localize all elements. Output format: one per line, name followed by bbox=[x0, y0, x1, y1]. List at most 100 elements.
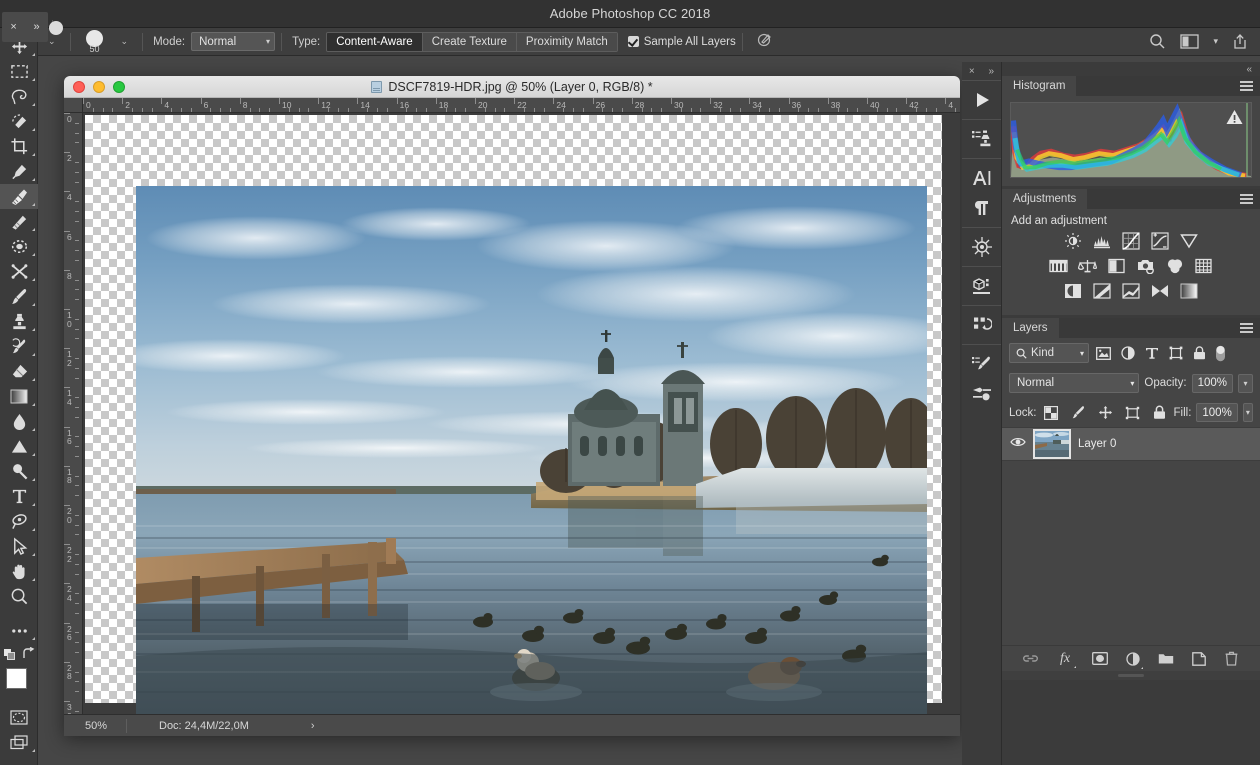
foreground-background-colors[interactable] bbox=[0, 665, 38, 705]
zoom-level-field[interactable]: 50% bbox=[64, 720, 120, 732]
sidebar-item-lasso-tool[interactable] bbox=[0, 84, 38, 109]
add-layer-mask-button[interactable] bbox=[1091, 650, 1108, 667]
sidebar-item-rectangular-marquee-tool[interactable] bbox=[0, 59, 38, 84]
sidebar-item-pen-tool[interactable] bbox=[0, 509, 38, 534]
close-icon[interactable]: × bbox=[10, 21, 16, 33]
sidebar-item-spot-healing-brush-tool[interactable] bbox=[0, 184, 38, 209]
type-proximity-match-button[interactable]: Proximity Match bbox=[516, 32, 617, 51]
invert-button[interactable] bbox=[1063, 281, 1083, 300]
blend-mode-select[interactable]: Normal ▾ bbox=[191, 32, 276, 51]
histogram-graph[interactable] bbox=[1010, 102, 1252, 178]
workspace-icon[interactable] bbox=[1180, 34, 1200, 49]
rail-button-3d[interactable] bbox=[962, 232, 1002, 262]
tab-layers[interactable]: Layers bbox=[1002, 318, 1059, 338]
fill-stepper-chevron-down-icon[interactable]: ▾ bbox=[1242, 403, 1253, 422]
brightness-contrast-button[interactable] bbox=[1063, 231, 1083, 250]
document-title-bar[interactable]: DSCF7819-HDR.jpg @ 50% (Layer 0, RGB/8) … bbox=[64, 76, 960, 98]
posterize-button[interactable] bbox=[1092, 281, 1112, 300]
sidebar-item-patch-tool[interactable] bbox=[0, 209, 38, 234]
panel-menu-icon[interactable] bbox=[1240, 81, 1253, 94]
link-layers-button[interactable] bbox=[1022, 650, 1039, 667]
type-content-aware-button[interactable]: Content-Aware bbox=[327, 32, 423, 51]
sidebar-item-clone-stamp-tool[interactable] bbox=[0, 309, 38, 334]
brush-preview[interactable]: 50 bbox=[77, 28, 113, 56]
rail-button-brush-settings[interactable] bbox=[962, 379, 1002, 409]
sidebar-item-hand-tool[interactable] bbox=[0, 559, 38, 584]
sidebar-item-eraser-tool[interactable] bbox=[0, 359, 38, 384]
threshold-button[interactable] bbox=[1121, 281, 1141, 300]
color-balance-button[interactable] bbox=[1078, 256, 1098, 275]
black-white-button[interactable] bbox=[1107, 256, 1127, 275]
filter-pixel-layers-button[interactable] bbox=[1094, 344, 1113, 363]
new-layer-button[interactable] bbox=[1190, 650, 1207, 667]
ruler-corner[interactable] bbox=[64, 98, 83, 113]
brush-options-chevron-down-icon[interactable]: ⌄ bbox=[113, 36, 137, 47]
new-adjustment-layer-button[interactable] bbox=[1124, 650, 1143, 669]
sidebar-item-dodge-burn-tool[interactable] bbox=[0, 459, 38, 484]
default-colors-and-swap-icons[interactable] bbox=[2, 646, 36, 662]
sidebar-item-type-tool[interactable] bbox=[0, 484, 38, 509]
expand-icon[interactable]: » bbox=[34, 21, 40, 33]
layer-style-button[interactable]: fx bbox=[1055, 650, 1076, 668]
pressure-size-toggle-button[interactable] bbox=[749, 31, 781, 52]
expand-icon[interactable]: » bbox=[989, 66, 995, 77]
gradient-map-button[interactable] bbox=[1179, 281, 1199, 300]
sidebar-item-gradient-tool[interactable] bbox=[0, 384, 38, 409]
sidebar-item-content-aware-move-tool[interactable] bbox=[0, 234, 38, 259]
horizontal-ruler[interactable]: 0 2 4 6 8 10 12 14 16 18 20 22 24 26 28 30 32 34 36 38 40 42 4 bbox=[64, 98, 960, 113]
filter-smart-objects-button[interactable] bbox=[1190, 344, 1209, 363]
rail-button-paragraph[interactable] bbox=[962, 193, 1002, 223]
exposure-button[interactable] bbox=[1150, 231, 1170, 250]
filter-type-layers-button[interactable] bbox=[1142, 344, 1161, 363]
layer-filter-kind-select[interactable]: Kind ▾ bbox=[1009, 343, 1089, 363]
share-icon[interactable] bbox=[1232, 33, 1248, 50]
canvas-area[interactable] bbox=[83, 113, 960, 736]
sidebar-item-dodge-tool[interactable] bbox=[0, 434, 38, 459]
sidebar-item-red-eye-tool[interactable] bbox=[0, 259, 38, 284]
panel-resize-grip[interactable] bbox=[1002, 671, 1260, 680]
quick-mask-mode-button[interactable] bbox=[0, 705, 38, 730]
opacity-stepper-chevron-down-icon[interactable]: ▾ bbox=[1238, 373, 1253, 393]
rail-button-styles-brush[interactable] bbox=[962, 349, 1002, 379]
search-icon[interactable] bbox=[1149, 33, 1166, 50]
histogram-refresh-warning-button[interactable] bbox=[1226, 109, 1243, 130]
filter-enable-toggle[interactable] bbox=[1214, 344, 1226, 363]
sidebar-item-history-brush-tool[interactable] bbox=[0, 334, 38, 359]
sidebar-item-brush-tool[interactable] bbox=[0, 284, 38, 309]
opacity-value[interactable]: 100% bbox=[1191, 373, 1233, 393]
fill-value[interactable]: 100% bbox=[1196, 403, 1238, 422]
sample-all-layers-checkbox[interactable]: Sample All Layers bbox=[627, 36, 736, 48]
selective-color-button[interactable] bbox=[1150, 281, 1170, 300]
curves-button[interactable] bbox=[1121, 231, 1141, 250]
new-group-button[interactable] bbox=[1157, 650, 1174, 667]
hue-saturation-button[interactable] bbox=[1049, 256, 1069, 275]
sidebar-item-quick-selection-tool[interactable] bbox=[0, 109, 38, 134]
rail-button-actions-stamp[interactable] bbox=[962, 124, 1002, 154]
layer-blend-mode-select[interactable]: Normal ▾ bbox=[1009, 373, 1140, 393]
filter-adjustment-layers-button[interactable] bbox=[1118, 344, 1137, 363]
rail-button-layer-comps[interactable] bbox=[962, 310, 1002, 340]
list-item-layer-0[interactable]: Layer 0 bbox=[1002, 427, 1260, 461]
vertical-ruler[interactable]: 024681 01 21 41 61 82 02 22 42 62 83 0 bbox=[64, 113, 83, 736]
filter-shape-layers-button[interactable] bbox=[1166, 344, 1185, 363]
edit-toolbar-button[interactable] bbox=[0, 618, 38, 643]
foreground-color-swatch[interactable] bbox=[6, 668, 27, 689]
sidebar-item-eyedropper-tool[interactable] bbox=[0, 159, 38, 184]
layer-visibility-toggle[interactable] bbox=[1010, 435, 1026, 453]
layers-list[interactable]: Layer 0 bbox=[1002, 427, 1260, 645]
delete-layer-button[interactable] bbox=[1223, 650, 1240, 667]
panel-menu-icon[interactable] bbox=[1240, 323, 1253, 336]
panel-menu-icon[interactable] bbox=[1240, 194, 1253, 207]
rail-button-character[interactable] bbox=[962, 163, 1002, 193]
lock-position-button[interactable] bbox=[1096, 403, 1115, 422]
sidebar-item-blur-tool[interactable] bbox=[0, 409, 38, 434]
vibrance-button[interactable] bbox=[1179, 231, 1199, 250]
tab-adjustments[interactable]: Adjustments bbox=[1002, 189, 1088, 209]
floating-mini-toolbar[interactable]: × » bbox=[2, 11, 48, 42]
canvas-image[interactable] bbox=[136, 186, 927, 714]
lock-artboard-button[interactable] bbox=[1123, 403, 1142, 422]
lock-image-pixels-button[interactable] bbox=[1069, 403, 1088, 422]
screen-mode-button[interactable] bbox=[0, 730, 38, 755]
rail-button-play[interactable] bbox=[962, 85, 1002, 115]
type-create-texture-button[interactable]: Create Texture bbox=[422, 32, 517, 51]
